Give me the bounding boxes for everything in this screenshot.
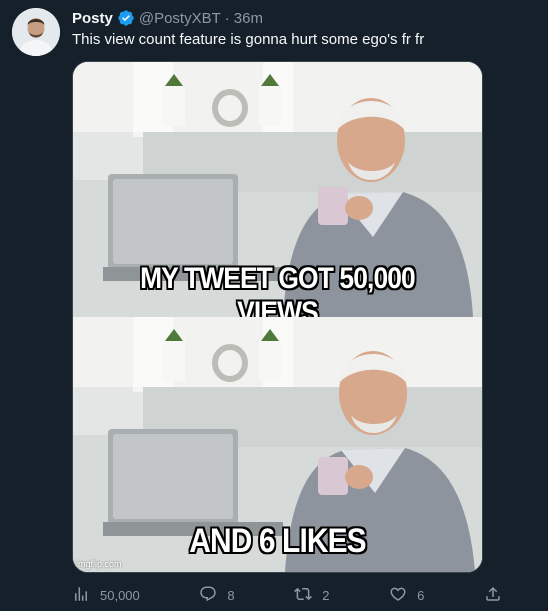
meme-caption-bottom: AND 6 LIKES (189, 522, 366, 560)
timestamp[interactable]: 36m (234, 10, 263, 27)
display-name[interactable]: Posty (72, 10, 113, 27)
retweet-count: 2 (322, 587, 330, 603)
reply-count: 8 (227, 587, 235, 603)
retweet-icon (294, 585, 313, 606)
reply-icon (199, 585, 217, 606)
share-icon (484, 585, 502, 606)
tweet-header: Posty @PostyXBT · 36m (72, 8, 263, 28)
meme-caption-top: MY TWEET GOT 50,000 VIEWS (140, 262, 416, 317)
reply-button[interactable]: 8 (199, 585, 235, 606)
meme-panel-top: MY TWEET GOT 50,000 VIEWS (73, 62, 482, 317)
watermark: imgflip.com (76, 559, 122, 569)
meme-panel-bottom: AND 6 LIKES imgflip.com (73, 317, 482, 572)
views-count: 50,000 (100, 587, 140, 603)
separator-dot: · (224, 9, 230, 27)
user-handle[interactable]: @PostyXBT (139, 10, 221, 27)
verified-badge-icon (117, 9, 135, 27)
like-button[interactable]: 6 (389, 585, 424, 606)
views-button[interactable]: 50,000 (72, 585, 140, 606)
share-button[interactable] (484, 585, 502, 606)
tweet-actions-bar: 50,000 8 2 6 (72, 584, 502, 606)
tweet-media-image[interactable]: MY TWEET GOT 50,000 VIEWS AND 6 LIKES im… (72, 61, 483, 573)
views-chart-icon (72, 585, 90, 606)
tweet-text: This view count feature is gonna hurt so… (72, 31, 425, 48)
like-count: 6 (417, 587, 425, 603)
avatar[interactable] (12, 8, 60, 56)
retweet-button[interactable]: 2 (294, 585, 329, 606)
heart-icon (389, 585, 407, 606)
